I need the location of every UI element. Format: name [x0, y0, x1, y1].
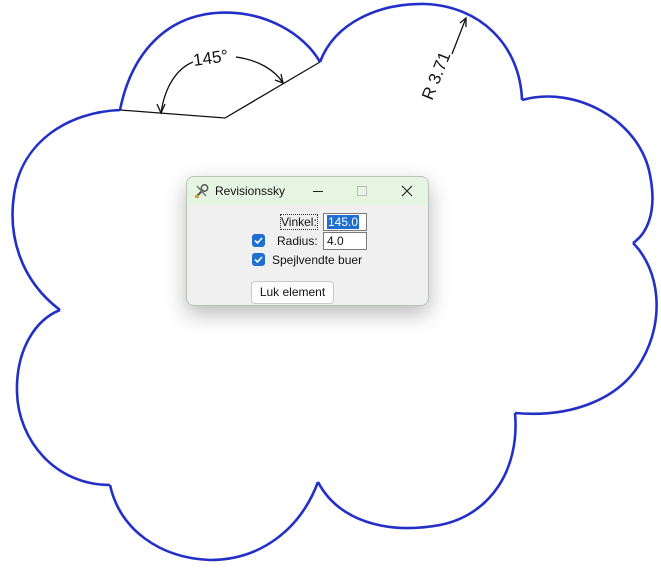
- angle-arc-right: [235, 56, 284, 84]
- radius-leader: [451, 17, 467, 55]
- maximize-button[interactable]: [339, 177, 384, 205]
- vinkel-label: Vinkel:: [280, 214, 318, 230]
- close-icon: [401, 185, 413, 197]
- cloud-arc: [514, 242, 658, 416]
- maximize-icon: [357, 186, 367, 196]
- revisionssky-dialog: Revisionssky Vinkel: 145.0 Radius: 4.0 S…: [186, 176, 429, 306]
- angle-arc-left: [160, 61, 194, 114]
- spejl-label[interactable]: Spejlvendte buer: [272, 253, 362, 267]
- radius-dimension: [451, 16, 467, 55]
- vinkel-value: 145.0: [327, 215, 360, 229]
- spejl-checkbox[interactable]: [252, 253, 265, 266]
- minimize-button[interactable]: [295, 177, 340, 205]
- cloud-arc: [108, 481, 320, 562]
- radius-input[interactable]: 4.0: [323, 232, 367, 250]
- radius-label: R 3.71: [418, 49, 454, 103]
- angle-label: 145°: [192, 46, 229, 70]
- arrowhead: [156, 103, 166, 115]
- close-button[interactable]: [385, 177, 428, 205]
- vinkel-input[interactable]: 145.0: [323, 213, 367, 231]
- titlebar[interactable]: Revisionssky: [187, 177, 428, 205]
- checkmark-icon: [254, 237, 263, 245]
- luk-element-button[interactable]: Luk element: [251, 281, 334, 304]
- cloud-arc: [11, 108, 121, 312]
- cloud-arc: [15, 308, 111, 487]
- cloud-arc: [521, 95, 654, 245]
- radius-checkbox[interactable]: [252, 234, 265, 247]
- cloud-arc: [316, 412, 517, 530]
- dialog-title: Revisionssky: [215, 184, 286, 198]
- dimension-leg: [119, 61, 321, 119]
- checkmark-icon: [254, 256, 263, 264]
- radius-value: 4.0: [327, 234, 344, 248]
- tools-icon: [195, 184, 209, 198]
- radius-label: Radius:: [277, 234, 318, 248]
